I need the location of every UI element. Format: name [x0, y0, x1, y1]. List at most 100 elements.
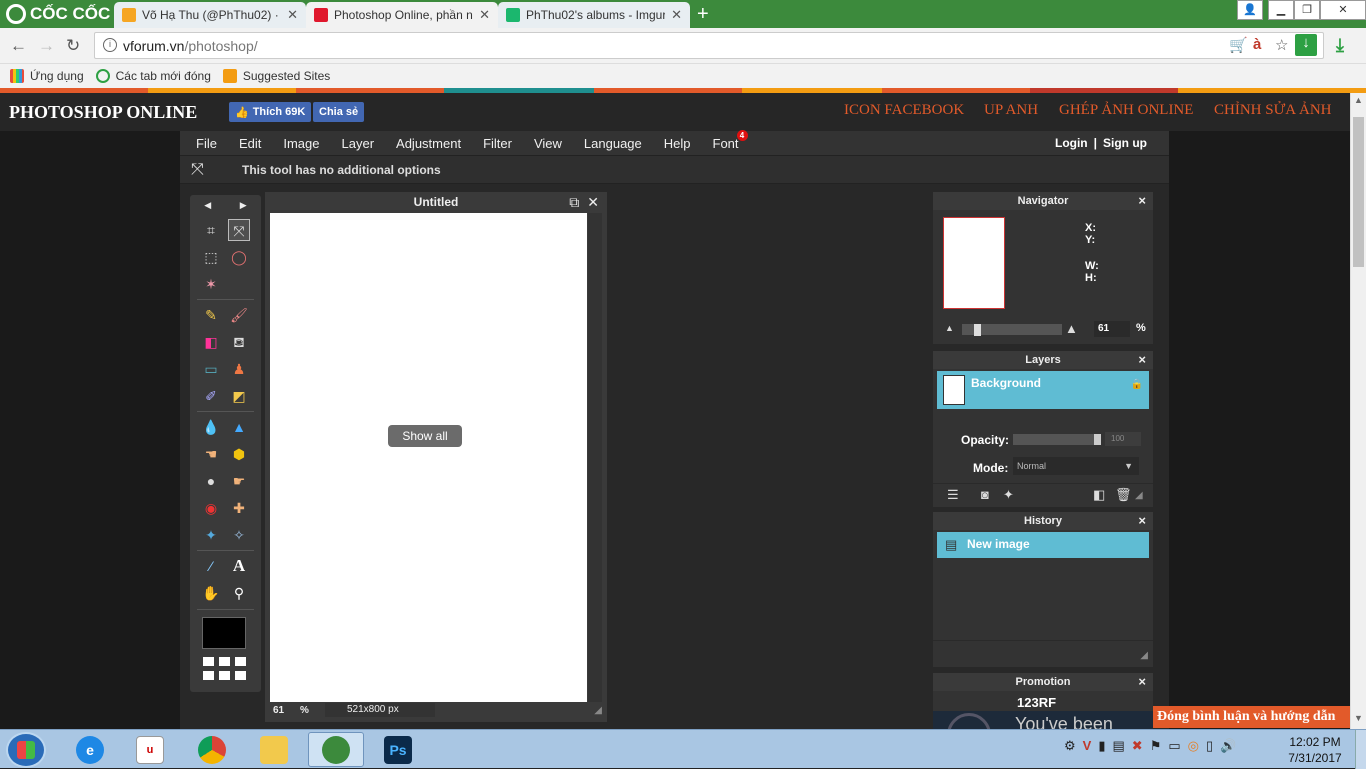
close-window-icon[interactable]: ✕ [1320, 0, 1366, 20]
header-link-icon-facebook[interactable]: ICON FACEBOOK [844, 102, 964, 119]
tab-close-icon[interactable]: ✕ [671, 7, 682, 23]
taskbar-ie[interactable]: e [62, 732, 118, 767]
taskbar-explorer[interactable] [246, 732, 302, 767]
smudge-tool-icon[interactable]: ☚ [200, 443, 222, 465]
display-icon[interactable]: ▭ [1168, 738, 1180, 754]
menu-view[interactable]: View [523, 136, 573, 151]
new-tab-icon[interactable]: + [697, 3, 709, 26]
zoom-out-icon[interactable]: ▲ [945, 323, 954, 333]
gradient-tool-icon[interactable]: ▭ [200, 358, 222, 380]
downloads-icon[interactable]: ⤓ [1336, 35, 1344, 56]
taskbar-clock[interactable]: 12:02 PM 7/31/2017 [1282, 734, 1348, 766]
hand-tool-icon[interactable]: ✋ [200, 582, 222, 604]
bookmark-star-icon[interactable]: ☆ [1275, 36, 1288, 54]
unikey-tray-icon[interactable]: V [1083, 738, 1092, 754]
color-replace-tool-icon[interactable]: ✐ [200, 385, 222, 407]
resize-grip-icon[interactable]: ◢ [1140, 650, 1148, 661]
tab-close-icon[interactable]: ✕ [287, 7, 298, 23]
scrollbar-thumb[interactable] [1353, 117, 1364, 267]
marquee-tool-icon[interactable]: ⬚ [200, 246, 222, 268]
foreground-color-swatch[interactable] [202, 617, 246, 649]
magic-wand-tool-icon[interactable]: ✶ [200, 273, 222, 295]
tab-close-icon[interactable]: ✕ [479, 7, 490, 23]
promo-banner[interactable]: You've been [933, 711, 1153, 729]
show-all-button[interactable]: Show all [388, 425, 462, 447]
delete-layer-icon[interactable]: 🗑 [1115, 487, 1132, 503]
zoom-input[interactable]: 61 [1094, 321, 1130, 337]
resize-grip-icon[interactable]: ◢ [1135, 490, 1143, 501]
crop-tool-icon[interactable]: ⌗ [200, 219, 222, 241]
document-scrollbar[interactable] [588, 213, 602, 702]
taskbar-unikey[interactable]: u [122, 732, 178, 767]
clone-stamp-tool-icon[interactable]: ♟ [228, 358, 250, 380]
minimize-icon[interactable]: ▁ [1268, 0, 1294, 20]
header-link-chinh-sua-anh[interactable]: CHỈNH SỬA ẢNH [1214, 102, 1331, 119]
tab-photoshop[interactable]: Photoshop Online, phần n ✕ [306, 2, 498, 28]
network-icon[interactable]: ✖ [1132, 738, 1143, 754]
layer-styles-icon[interactable]: ✦ [1003, 487, 1014, 503]
back-icon[interactable]: ← [10, 36, 27, 56]
layer-row[interactable]: Background 🔒 [937, 371, 1149, 409]
taskbar-chrome[interactable] [184, 732, 240, 767]
close-icon[interactable]: × [1138, 192, 1146, 210]
resize-grip-icon[interactable]: ◢ [594, 705, 602, 716]
start-button[interactable] [6, 732, 46, 768]
eraser-tool-icon[interactable]: ◧ [200, 331, 222, 353]
forward-icon[interactable]: → [38, 36, 55, 56]
pencil-tool-icon[interactable]: ✎ [200, 304, 222, 326]
bookmark-recent-tabs[interactable]: Các tab mới đóng [95, 69, 211, 83]
close-icon[interactable]: ✕ [587, 194, 599, 211]
menu-filter[interactable]: Filter [472, 136, 523, 151]
taskbar-photoshop[interactable]: Ps [370, 732, 426, 767]
zoom-slider-knob[interactable] [974, 324, 981, 336]
menu-image[interactable]: Image [272, 136, 330, 151]
drawing-tool-icon[interactable]: ◩ [228, 385, 250, 407]
coccoc-logo[interactable]: CỐC CỐC [0, 0, 112, 28]
action-center-icon[interactable]: ⚑ [1150, 738, 1162, 754]
paint-bucket-tool-icon[interactable]: ⛾ [228, 331, 250, 353]
facebook-like-button[interactable]: 👍 Thích 69K [229, 102, 312, 122]
menu-edit[interactable]: Edit [228, 136, 272, 151]
menu-adjustment[interactable]: Adjustment [385, 136, 472, 151]
bloat-tool-icon[interactable]: ✦ [200, 524, 222, 546]
layer-mask-icon[interactable]: ◙ [981, 487, 989, 502]
zoom-value[interactable]: 61 [273, 705, 284, 716]
spot-heal-tool-icon[interactable]: ✚ [228, 497, 250, 519]
close-icon[interactable]: × [1138, 351, 1146, 369]
reload-icon[interactable]: ↻ [66, 36, 80, 56]
page-scrollbar[interactable]: ▲ ▼ [1350, 93, 1366, 729]
header-link-up-anh[interactable]: UP ANH [984, 102, 1038, 119]
close-comments-button[interactable]: Đóng bình luận và hướng dẫn [1153, 706, 1350, 728]
savior-download-icon[interactable]: ↓ [1295, 34, 1317, 56]
site-info-icon[interactable]: i [103, 38, 117, 52]
menu-language[interactable]: Language [573, 136, 653, 151]
close-icon[interactable]: × [1138, 673, 1146, 691]
user-icon[interactable]: 👤 [1237, 0, 1263, 20]
opacity-slider-knob[interactable] [1094, 434, 1101, 445]
menu-font[interactable]: Font 4 [702, 129, 750, 151]
menu-layer[interactable]: Layer [331, 136, 386, 151]
background-swatch-grid[interactable] [203, 657, 246, 680]
sharpen-tool-icon[interactable]: ▲ [228, 416, 250, 438]
taskbar-coccoc[interactable] [308, 732, 364, 767]
signup-link[interactable]: Sign up [1103, 136, 1147, 150]
toolbox-left-icon[interactable]: ◀ [204, 200, 211, 211]
zoom-slider[interactable] [962, 324, 1062, 336]
login-link[interactable]: Login [1055, 136, 1088, 150]
type-tool-icon[interactable]: A [228, 555, 250, 577]
zoom-tool-icon[interactable]: ⚲ [228, 582, 250, 604]
dodge-tool-icon[interactable]: ● [200, 470, 222, 492]
move-tool-icon[interactable]: ⤧ [228, 219, 250, 241]
pinch-tool-icon[interactable]: ✧ [228, 524, 250, 546]
menu-file[interactable]: File [180, 136, 228, 151]
burn-tool-icon[interactable]: ☛ [228, 470, 250, 492]
maximize-icon[interactable]: ⧉ [569, 194, 579, 211]
scroll-up-icon[interactable]: ▲ [1354, 95, 1363, 105]
brush-tool-icon[interactable]: 🖌 [228, 304, 250, 326]
opacity-input[interactable]: 100 [1105, 432, 1141, 446]
show-desktop-button[interactable] [1355, 730, 1366, 769]
power-icon[interactable]: ▯ [1206, 738, 1213, 754]
speaker-icon[interactable]: 🔊 [1220, 738, 1236, 754]
toolbox-right-icon[interactable]: ▶ [240, 200, 247, 211]
vietnamese-input-icon[interactable]: à [1253, 36, 1261, 53]
